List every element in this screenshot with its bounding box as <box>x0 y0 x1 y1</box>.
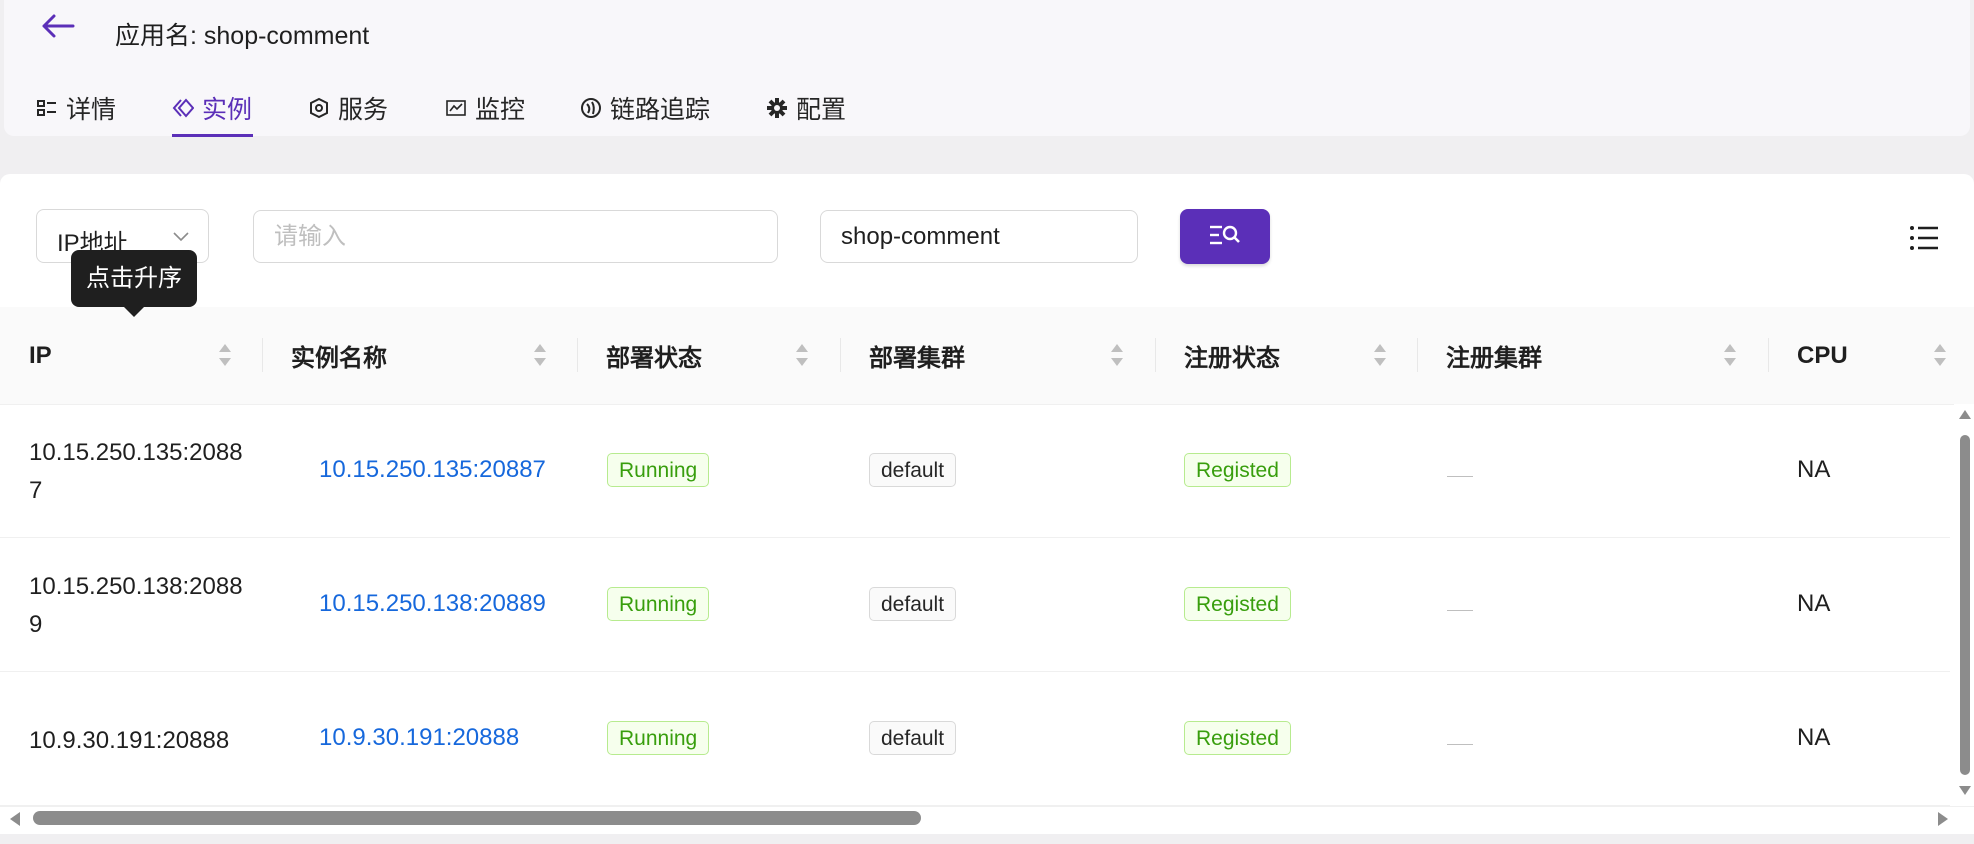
app-name-input[interactable] <box>820 210 1138 263</box>
vertical-scrollbar-thumb[interactable] <box>1960 435 1970 775</box>
monitor-chart-icon <box>446 100 466 116</box>
service-shield-icon <box>310 97 328 119</box>
column-header-cpu[interactable]: CPU <box>1797 307 1848 404</box>
tab-monitor[interactable]: 监控 <box>445 82 525 134</box>
sort-caret-icon[interactable] <box>1722 340 1738 370</box>
ip-text-line: 9 <box>29 611 43 638</box>
ip-text-line: 10.15.250.138:2088 <box>29 573 243 600</box>
column-header-deploy-cluster[interactable]: 部署集群 <box>869 307 965 404</box>
register-status-tag: Registed <box>1184 453 1291 487</box>
detail-list-icon <box>37 100 56 116</box>
sort-caret-icon[interactable] <box>1109 340 1125 370</box>
scroll-right-arrow-icon[interactable] <box>1938 812 1948 826</box>
cpu-cell: NA <box>1797 456 1831 483</box>
sort-caret-icon[interactable] <box>794 340 810 370</box>
cpu-cell: NA <box>1797 724 1831 751</box>
instance-name-link[interactable]: 10.15.250.138:20889 <box>319 590 546 618</box>
instance-name-link[interactable]: 10.15.250.135:20887 <box>319 456 546 484</box>
deploy-cluster-tag: default <box>869 587 957 621</box>
search-button[interactable] <box>1180 209 1270 264</box>
tab-service[interactable]: 服务 <box>308 82 388 134</box>
register-status-tag: Registed <box>1184 721 1291 755</box>
ip-cell: 10.15.250.138:2088 9 <box>29 568 249 644</box>
tab-instance-label: 实例 <box>202 96 253 124</box>
deploy-cluster-tag: default <box>869 721 957 755</box>
ip-cell: 10.9.30.191:20888 <box>29 722 249 760</box>
table-header: IP 实例名称 部署状态 部署集群 注册状态 注册集群 CPU <box>0 307 1974 405</box>
cpu-cell: NA <box>1797 590 1831 617</box>
table-row: 10.9.30.191:20888 10.9.30.191:20888 Runn… <box>0 672 1950 806</box>
empty-register-cluster <box>1447 610 1473 611</box>
sort-caret-icon[interactable] <box>1932 340 1948 370</box>
tab-instance[interactable]: 实例 <box>172 82 252 134</box>
tab-detail-label: 详情 <box>66 96 117 124</box>
column-header-instance-name[interactable]: 实例名称 <box>291 307 387 404</box>
sort-caret-icon[interactable] <box>217 340 233 370</box>
column-divider <box>262 338 263 372</box>
column-divider <box>1768 338 1769 372</box>
deploy-status-tag: Running <box>607 453 710 487</box>
scroll-up-arrow-icon[interactable] <box>1959 410 1971 419</box>
tab-detail[interactable]: 详情 <box>36 82 116 134</box>
scroll-left-arrow-icon[interactable] <box>10 812 20 826</box>
ip-text-line: 10.9.30.191:20888 <box>29 727 230 754</box>
ip-text-line: 7 <box>29 477 43 504</box>
column-settings-list-icon[interactable] <box>1908 222 1940 254</box>
sort-caret-icon[interactable] <box>1372 340 1388 370</box>
sort-caret-icon[interactable] <box>532 340 548 370</box>
instance-diamond-icon <box>172 98 194 118</box>
tab-service-label: 服务 <box>338 96 389 124</box>
tab-config[interactable]: 配置 <box>766 82 846 134</box>
tab-monitor-label: 监控 <box>475 96 526 124</box>
table-row: 10.15.250.138:2088 9 10.15.250.138:20889… <box>0 538 1950 672</box>
deploy-cluster-tag: default <box>869 453 957 487</box>
column-header-register-status[interactable]: 注册状态 <box>1184 307 1280 404</box>
tab-trace-label: 链路追踪 <box>610 96 711 124</box>
column-header-ip[interactable]: IP <box>29 307 52 404</box>
deploy-status-tag: Running <box>607 721 710 755</box>
column-divider <box>1155 338 1156 372</box>
column-divider <box>840 338 841 372</box>
empty-register-cluster <box>1447 744 1473 745</box>
column-divider <box>577 338 578 372</box>
app-title: 应用名: shop-comment <box>115 22 370 50</box>
tab-config-label: 配置 <box>796 96 847 124</box>
empty-register-cluster <box>1447 476 1473 477</box>
back-arrow-icon[interactable] <box>40 12 76 40</box>
horizontal-scrollbar-thumb[interactable] <box>33 811 921 825</box>
column-header-deploy-status[interactable]: 部署状态 <box>606 307 702 404</box>
keyword-input[interactable] <box>253 210 778 263</box>
trace-icon <box>581 98 601 118</box>
instance-name-link[interactable]: 10.9.30.191:20888 <box>319 724 519 752</box>
ip-cell: 10.15.250.135:2088 7 <box>29 434 249 510</box>
tooltip-arrow <box>123 306 145 317</box>
tab-trace[interactable]: 链路追踪 <box>580 82 710 134</box>
search-icon <box>1210 225 1240 245</box>
register-status-tag: Registed <box>1184 587 1291 621</box>
column-divider <box>1417 338 1418 372</box>
sort-tooltip: 点击升序 <box>71 250 197 307</box>
gear-icon <box>767 98 787 118</box>
chevron-down-icon <box>173 232 189 242</box>
ip-text-line: 10.15.250.135:2088 <box>29 439 243 466</box>
column-header-register-cluster[interactable]: 注册集群 <box>1446 307 1542 404</box>
table-row: 10.15.250.135:2088 7 10.15.250.135:20887… <box>0 404 1950 538</box>
deploy-status-tag: Running <box>607 587 710 621</box>
active-tab-indicator <box>172 134 253 137</box>
scroll-down-arrow-icon[interactable] <box>1959 786 1971 795</box>
